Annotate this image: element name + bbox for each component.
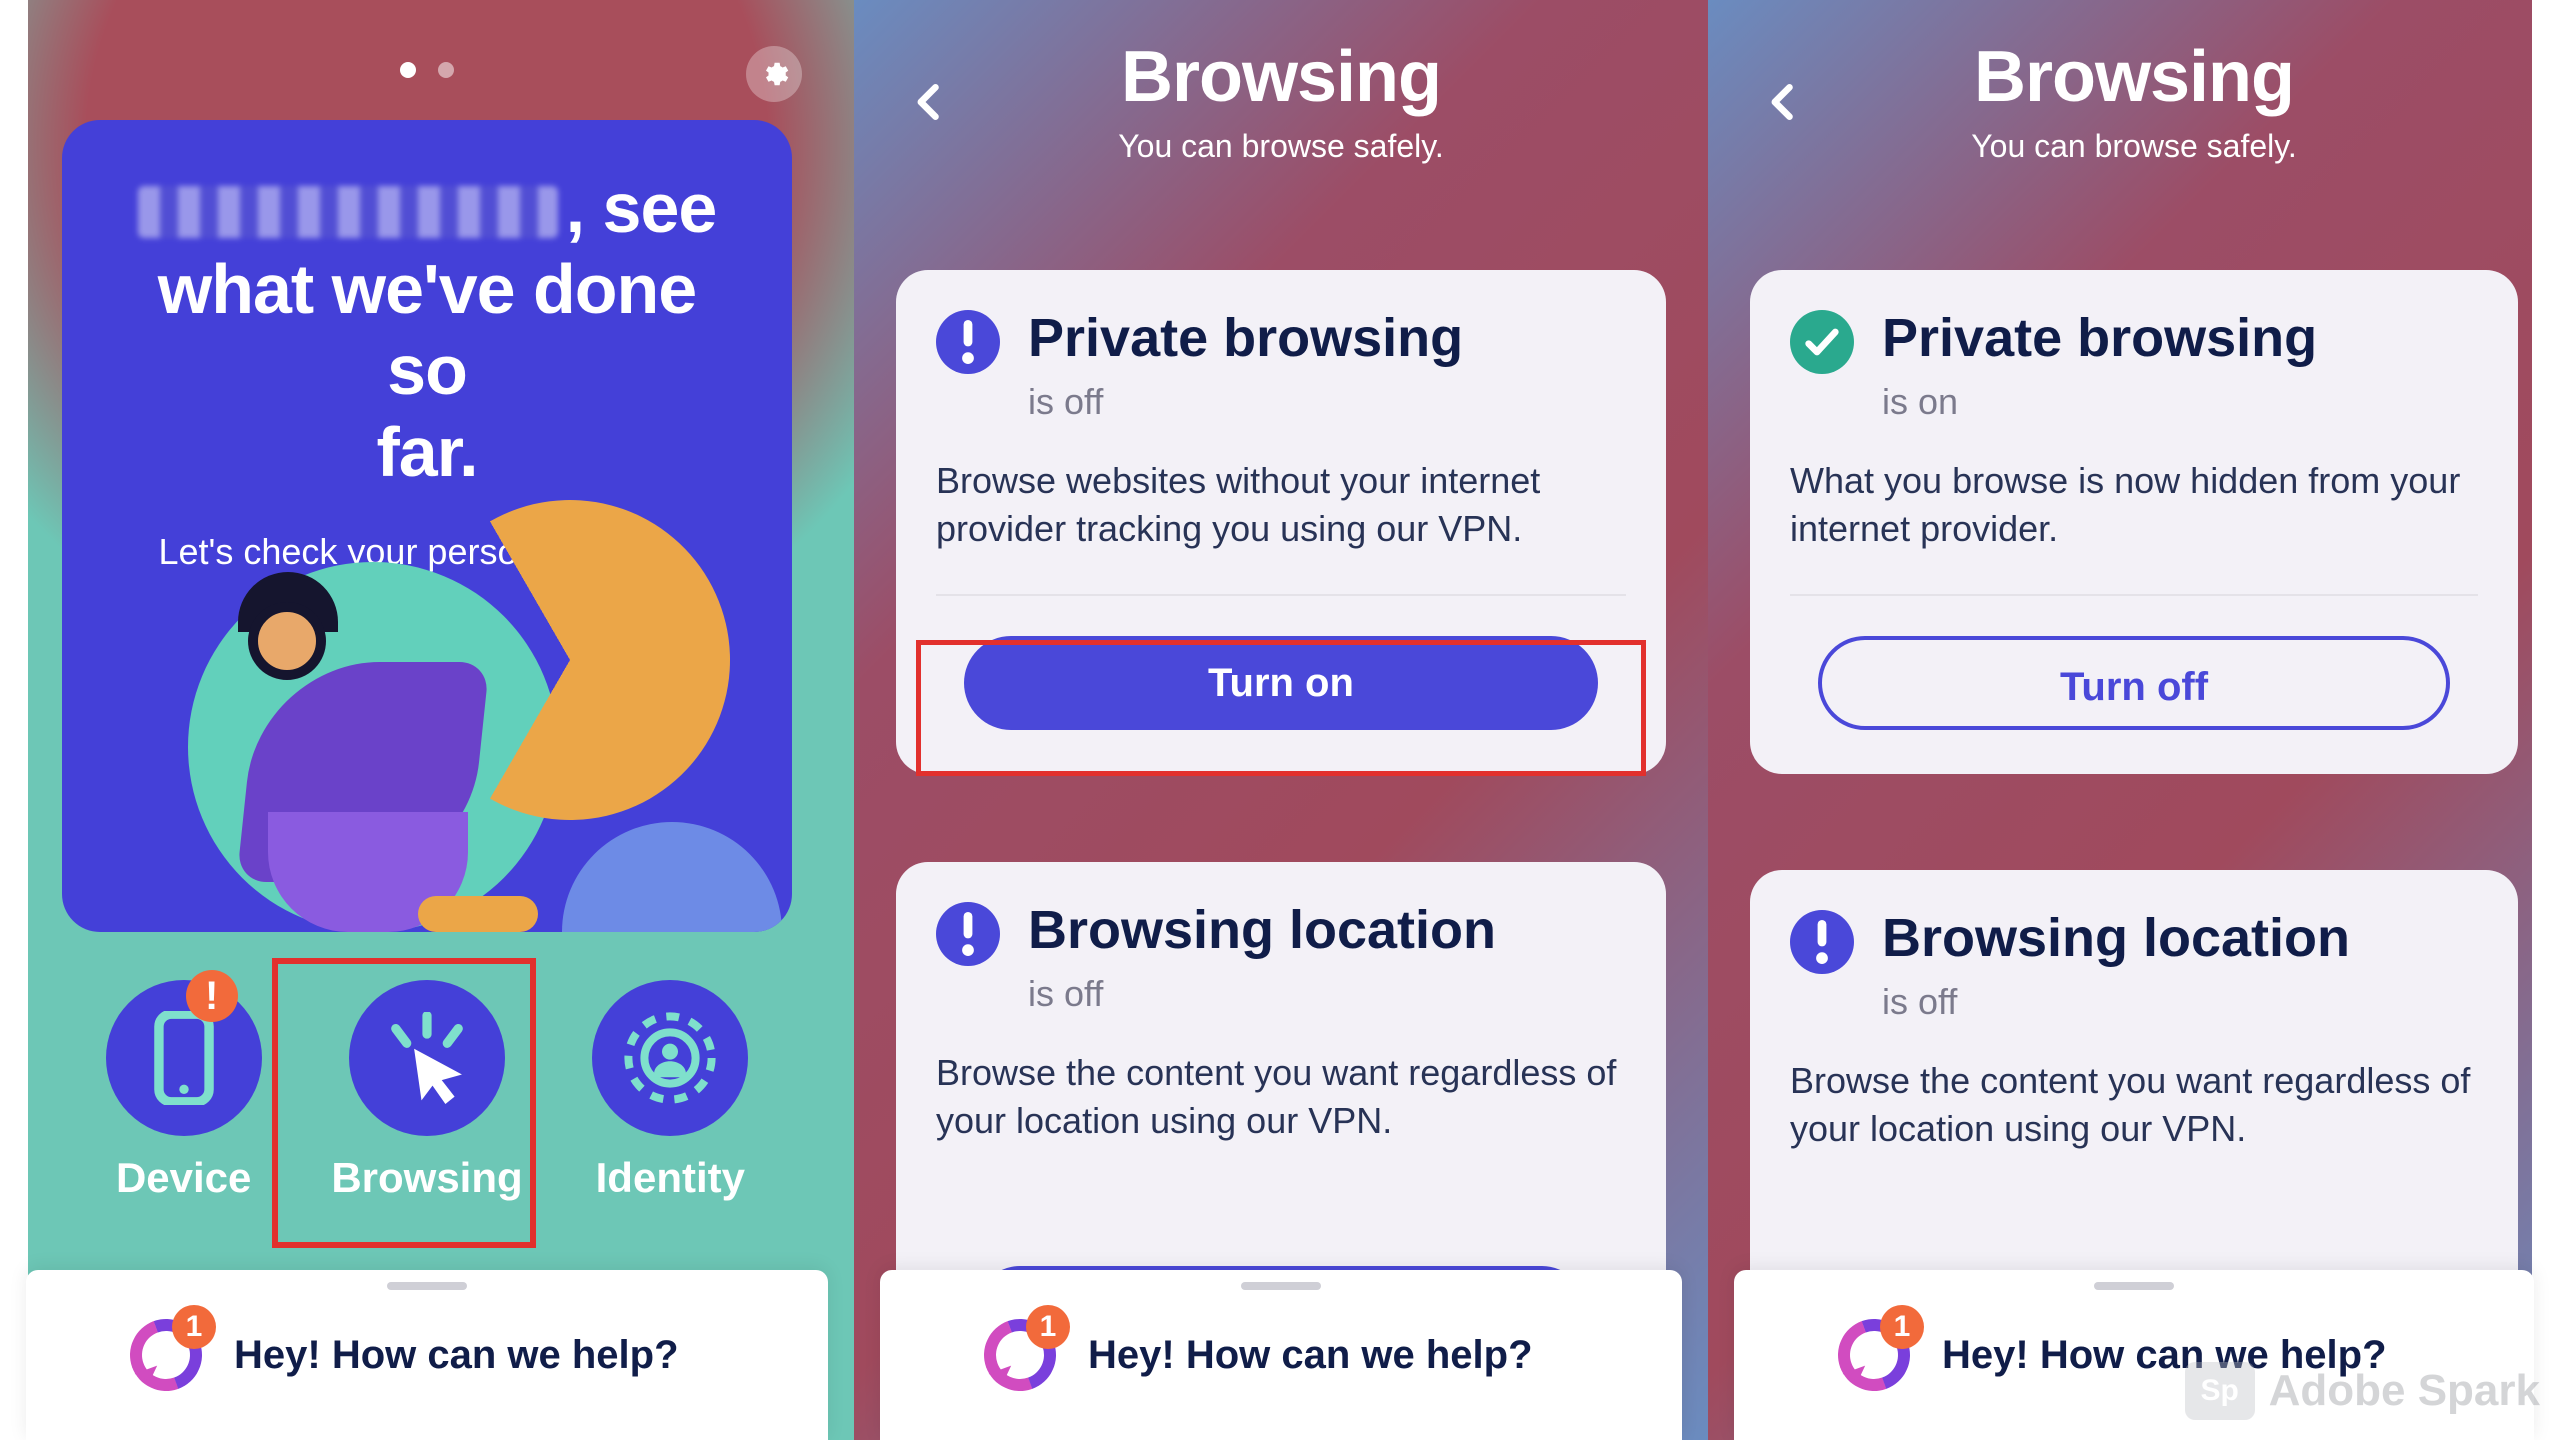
hero-text: what we've done so — [158, 250, 696, 409]
watermark-text: Adobe Spark — [2269, 1366, 2540, 1416]
card-description: Browse websites without your internet pr… — [936, 457, 1626, 554]
page-subtitle: You can browse safely. — [854, 128, 1708, 165]
hero-illustration — [118, 592, 758, 932]
panel-divider — [2532, 0, 2560, 1440]
identity-radar-icon — [622, 1010, 718, 1106]
nav-label: Device — [62, 1154, 305, 1202]
page-header: Browsing You can browse safely. — [854, 36, 1708, 165]
gear-icon — [759, 59, 789, 89]
chat-icon: 1 — [984, 1319, 1056, 1391]
device-icon — [149, 1011, 219, 1105]
private-browsing-card: Private browsing is on What you browse i… — [1750, 270, 2518, 774]
card-title: Browsing location — [1028, 902, 1496, 959]
help-chat-bar[interactable]: 1 Hey! How can we help? — [26, 1270, 828, 1440]
browsing-location-card: Browsing location is off Browse the cont… — [896, 862, 1666, 1302]
chat-prompt: Hey! How can we help? — [234, 1333, 679, 1378]
card-title: Private browsing — [1882, 310, 2317, 367]
drag-handle-icon[interactable] — [1241, 1282, 1321, 1290]
page-dot — [438, 62, 454, 78]
card-description: Browse the content you want regardless o… — [936, 1049, 1626, 1146]
browsing-screen-on: Browsing You can browse safely. Private … — [1708, 0, 2560, 1440]
notification-badge: 1 — [1026, 1305, 1070, 1349]
hero-heading: , see what we've done so far. — [110, 168, 744, 493]
drag-handle-icon[interactable] — [2094, 1282, 2174, 1290]
alert-badge: ! — [186, 970, 238, 1022]
stats-hero-card[interactable]: , see what we've done so far. Let's chec… — [62, 120, 792, 932]
annotation-highlight — [916, 640, 1646, 776]
card-status: is off — [1882, 981, 2350, 1023]
help-chat-bar[interactable]: 1 Hey! How can we help? — [880, 1270, 1682, 1440]
drag-handle-icon[interactable] — [387, 1282, 467, 1290]
home-screen: , see what we've done so far. Let's chec… — [0, 0, 854, 1440]
chat-icon: 1 — [130, 1319, 202, 1391]
page-indicator[interactable] — [400, 62, 454, 78]
hero-text: , see — [566, 169, 717, 247]
obscured-name — [138, 186, 558, 238]
card-title: Browsing location — [1882, 910, 2350, 967]
turn-off-button[interactable]: Turn off — [1818, 636, 2451, 730]
card-status: is on — [1882, 381, 2317, 423]
nav-identity[interactable]: Identity — [549, 980, 792, 1202]
settings-button[interactable] — [746, 46, 802, 102]
notification-badge: 1 — [172, 1305, 216, 1349]
card-description: What you browse is now hidden from your … — [1790, 457, 2478, 554]
card-description: Browse the content you want regardless o… — [1790, 1057, 2478, 1154]
spark-logo-icon: Sp — [2185, 1362, 2255, 1420]
page-header: Browsing You can browse safely. — [1708, 36, 2560, 165]
card-title: Private browsing — [1028, 310, 1463, 367]
panel-divider — [0, 0, 28, 1440]
alert-icon — [936, 902, 1000, 966]
nav-label: Identity — [549, 1154, 792, 1202]
watermark: Sp Adobe Spark — [2185, 1362, 2540, 1420]
chat-icon: 1 — [1838, 1319, 1910, 1391]
notification-badge: 1 — [1880, 1305, 1924, 1349]
alert-icon — [1790, 910, 1854, 974]
hero-text: far. — [376, 413, 477, 491]
browsing-location-card: Browsing location is off Browse the cont… — [1750, 870, 2518, 1310]
check-icon — [1790, 310, 1854, 374]
card-status: is off — [1028, 381, 1463, 423]
browsing-screen-off: Browsing You can browse safely. Private … — [854, 0, 1708, 1440]
card-status: is off — [1028, 973, 1496, 1015]
alert-icon — [936, 310, 1000, 374]
annotation-highlight — [272, 958, 536, 1248]
page-title: Browsing — [854, 36, 1708, 118]
page-subtitle: You can browse safely. — [1708, 128, 2560, 165]
chat-prompt: Hey! How can we help? — [1088, 1333, 1533, 1378]
page-dot — [400, 62, 416, 78]
nav-device[interactable]: ! Device — [62, 980, 305, 1202]
page-title: Browsing — [1708, 36, 2560, 118]
